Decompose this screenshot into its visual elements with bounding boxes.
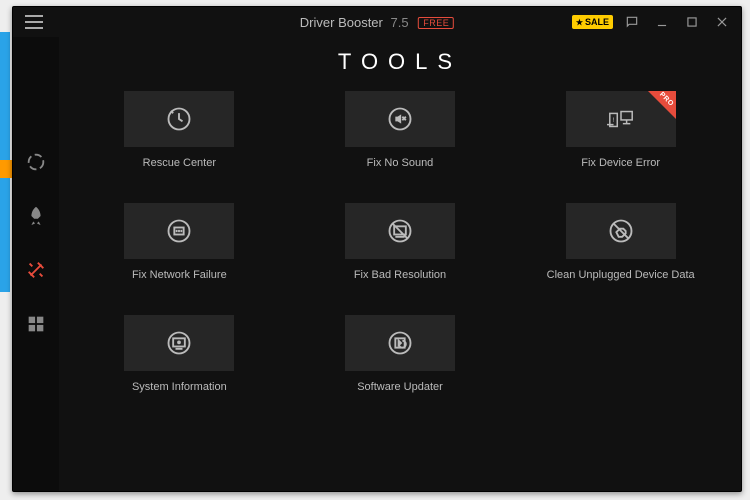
tool-software-updater[interactable]: Software Updater: [320, 315, 481, 393]
network-icon: [165, 217, 193, 245]
tool-card: [345, 91, 455, 147]
tools-grid: Rescue Center Fix No Sound PRO ! Fix Dev…: [99, 91, 701, 393]
tool-card: [124, 91, 234, 147]
feedback-button[interactable]: [621, 11, 643, 33]
minimize-icon: [655, 15, 669, 29]
system-info-icon: [165, 329, 193, 357]
close-button[interactable]: [711, 11, 733, 33]
resolution-icon: [386, 217, 414, 245]
grid-icon: [25, 313, 47, 335]
sidebar-item-apps[interactable]: [21, 309, 51, 339]
close-icon: [715, 15, 729, 29]
tool-fix-network-failure[interactable]: Fix Network Failure: [99, 203, 260, 281]
tool-card: PRO !: [566, 91, 676, 147]
restore-icon: [165, 105, 193, 133]
app-body: TOOLS Rescue Center Fix No Sound: [13, 37, 741, 491]
tool-system-information[interactable]: System Information: [99, 315, 260, 393]
scan-icon: [25, 151, 47, 173]
tool-label: Clean Unplugged Device Data: [547, 269, 695, 281]
free-badge: FREE: [418, 17, 454, 29]
tool-label: System Information: [132, 381, 227, 393]
tool-fix-no-sound[interactable]: Fix No Sound: [320, 91, 481, 169]
sidebar-item-scan[interactable]: [21, 147, 51, 177]
tool-label: Fix No Sound: [367, 157, 434, 169]
tool-card: [345, 315, 455, 371]
sale-badge[interactable]: SALE: [572, 15, 613, 29]
tools-icon: [25, 259, 47, 281]
window-controls: SALE: [572, 11, 733, 33]
tool-label: Fix Bad Resolution: [354, 269, 446, 281]
app-name: Driver Booster: [300, 15, 383, 30]
titlebar: Driver Booster 7.5 FREE SALE: [13, 7, 741, 37]
minimize-button[interactable]: [651, 11, 673, 33]
chat-icon: [625, 15, 639, 29]
tool-clean-unplugged-device-data[interactable]: Clean Unplugged Device Data: [540, 203, 701, 281]
sidebar: [13, 37, 59, 491]
sidebar-item-tools[interactable]: [21, 255, 51, 285]
tool-card: [124, 315, 234, 371]
rocket-icon: [25, 205, 47, 227]
page-title: TOOLS: [99, 49, 701, 75]
tool-fix-bad-resolution[interactable]: Fix Bad Resolution: [320, 203, 481, 281]
tool-label: Fix Network Failure: [132, 269, 227, 281]
main-panel: TOOLS Rescue Center Fix No Sound: [59, 37, 741, 491]
maximize-icon: [685, 15, 699, 29]
tool-card: [124, 203, 234, 259]
tool-rescue-center[interactable]: Rescue Center: [99, 91, 260, 169]
tool-fix-device-error[interactable]: PRO ! Fix Device Error: [540, 91, 701, 169]
app-title: Driver Booster 7.5 FREE: [300, 15, 454, 30]
sidebar-item-boost[interactable]: [21, 201, 51, 231]
tool-label: Rescue Center: [143, 157, 216, 169]
device-error-icon: !: [607, 105, 635, 133]
mute-icon: [386, 105, 414, 133]
maximize-button[interactable]: [681, 11, 703, 33]
tool-card: [566, 203, 676, 259]
app-window: Driver Booster 7.5 FREE SALE: [12, 6, 742, 492]
svg-text:!: !: [612, 117, 614, 124]
menu-button[interactable]: [19, 7, 49, 37]
unplugged-icon: [607, 217, 635, 245]
tool-label: Software Updater: [357, 381, 443, 393]
tool-label: Fix Device Error: [581, 157, 660, 169]
tool-card: [345, 203, 455, 259]
app-version: 7.5: [390, 15, 408, 30]
updater-icon: [386, 329, 414, 357]
